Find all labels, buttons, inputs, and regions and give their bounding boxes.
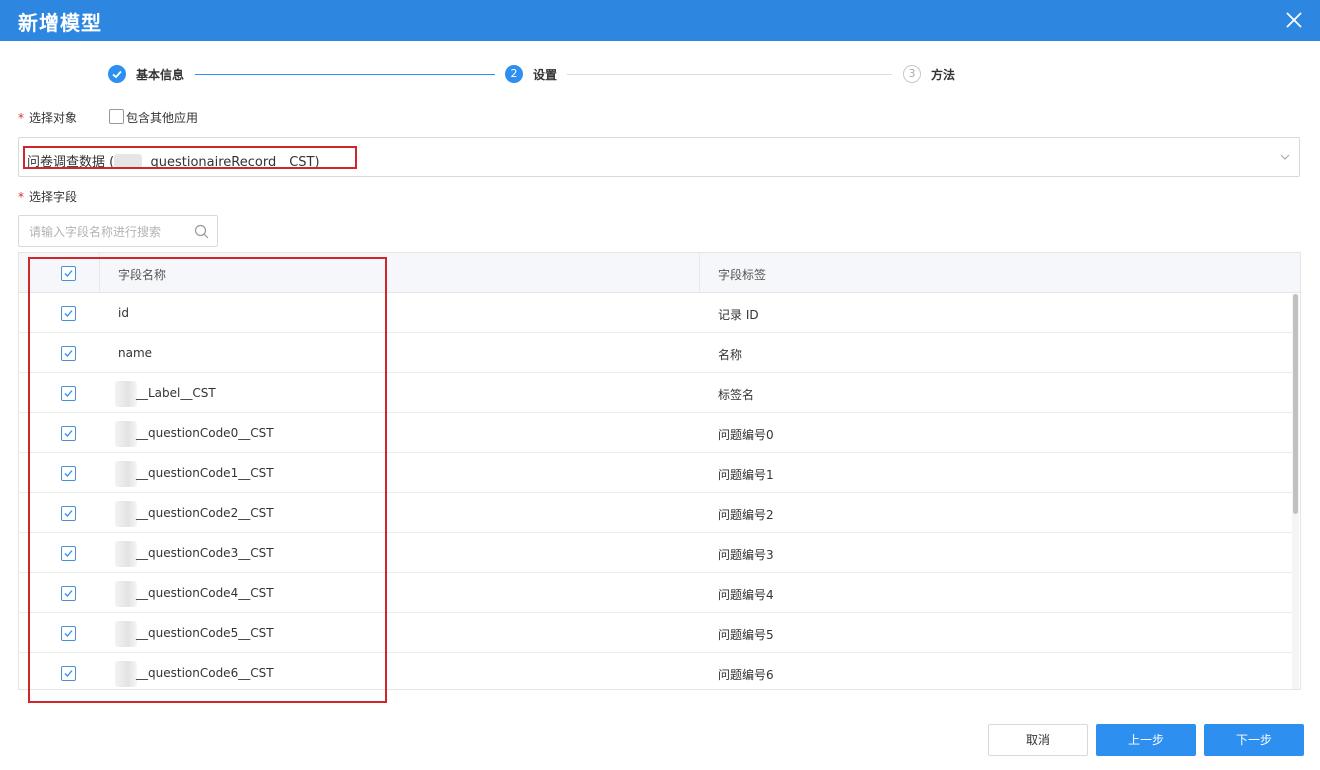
table-row[interactable]: __Label__CST 标签名: [19, 373, 1293, 413]
field-search-input[interactable]: [29, 223, 189, 241]
select-object-label: 选择对象: [29, 111, 78, 125]
field-name-cell: __questionCode5__CST: [136, 626, 274, 640]
select-fields-label: 选择字段: [29, 190, 78, 204]
table-scrollbar[interactable]: [1292, 294, 1299, 689]
table-row[interactable]: __questionCode0__CST 问题编号0: [19, 413, 1293, 453]
table-row[interactable]: name 名称: [19, 333, 1293, 373]
field-name-cell: __questionCode1__CST: [136, 466, 274, 480]
table-row[interactable]: __questionCode5__CST 问题编号5: [19, 613, 1293, 653]
step-connector-2: [567, 74, 892, 75]
redacted-prefix: [115, 461, 137, 487]
row-checkbox[interactable]: [61, 386, 76, 401]
column-header-field-name[interactable]: 字段名称: [118, 266, 166, 283]
step-1-check-icon: [108, 65, 126, 83]
step-2-label: 设置: [533, 68, 558, 82]
field-label-cell: 标签名: [718, 388, 755, 402]
field-label-cell: 问题编号4: [718, 588, 774, 602]
column-divider: [99, 253, 100, 293]
step-3-number: 3: [903, 65, 921, 83]
fields-table: 字段名称 字段标签 id 记录 ID name 名称 __Label__CST 标签名 __…: [18, 252, 1301, 690]
redacted-prefix: [115, 501, 137, 527]
cancel-button[interactable]: 取消: [988, 724, 1088, 756]
field-label-cell: 问题编号1: [718, 468, 774, 482]
dialog-title: 新增模型: [18, 11, 102, 35]
include-other-apps-label[interactable]: 包含其他应用: [126, 109, 198, 126]
table-row[interactable]: __questionCode2__CST 问题编号2: [19, 493, 1293, 533]
field-name-cell: __questionCode3__CST: [136, 546, 274, 560]
select-all-checkbox[interactable]: [61, 266, 76, 281]
field-label-cell: 记录 ID: [718, 308, 759, 322]
field-name-cell: __Label__CST: [136, 386, 216, 400]
field-label-cell: 问题编号2: [718, 508, 774, 522]
field-name-cell: name: [118, 346, 153, 360]
chevron-down-icon[interactable]: [1279, 151, 1291, 163]
required-mark: *: [18, 111, 24, 125]
row-checkbox[interactable]: [61, 586, 76, 601]
object-select-value-prefix: 问卷调查数据 (: [27, 155, 115, 170]
dialog-header: 新增模型: [0, 0, 1320, 41]
row-checkbox[interactable]: [61, 506, 76, 521]
field-label-cell: 问题编号3: [718, 548, 774, 562]
scrollbar-thumb[interactable]: [1293, 294, 1298, 514]
redacted-prefix: [115, 581, 137, 607]
redacted-app-prefix: [114, 154, 143, 168]
field-name-cell: __questionCode6__CST: [136, 666, 274, 680]
object-select[interactable]: 问卷调查数据 ( questionaireRecord__CST): [18, 137, 1300, 177]
row-checkbox[interactable]: [61, 546, 76, 561]
previous-step-button[interactable]: 上一步: [1096, 724, 1196, 756]
row-checkbox[interactable]: [61, 626, 76, 641]
field-label-cell: 名称: [718, 348, 743, 362]
field-name-cell: __questionCode0__CST: [136, 426, 274, 440]
column-header-field-label[interactable]: 字段标签: [718, 266, 766, 283]
field-search-box[interactable]: [18, 215, 218, 247]
table-row[interactable]: __questionCode1__CST 问题编号1: [19, 453, 1293, 493]
table-row[interactable]: __questionCode6__CST 问题编号6: [19, 653, 1293, 689]
redacted-prefix: [115, 661, 137, 687]
row-checkbox[interactable]: [61, 666, 76, 681]
redacted-prefix: [115, 541, 137, 567]
step-1-label: 基本信息: [136, 68, 185, 82]
table-row[interactable]: __questionCode4__CST 问题编号4: [19, 573, 1293, 613]
field-name-cell: id: [118, 306, 129, 320]
close-icon[interactable]: [1284, 10, 1304, 30]
object-select-value-suffix: questionaireRecord__CST): [150, 155, 320, 170]
table-row[interactable]: id 记录 ID: [19, 293, 1293, 333]
row-checkbox[interactable]: [61, 346, 76, 361]
field-label-cell: 问题编号5: [718, 628, 774, 642]
table-header: 字段名称 字段标签: [19, 253, 1300, 293]
column-divider: [699, 253, 700, 293]
redacted-prefix: [115, 381, 137, 407]
row-checkbox[interactable]: [61, 466, 76, 481]
select-object-label-row: * 选择对象: [18, 109, 77, 126]
wizard-steps: 基本信息 2 设置 3 方法: [0, 64, 1320, 86]
field-name-cell: __questionCode2__CST: [136, 506, 274, 520]
select-fields-label-row: * 选择字段: [18, 188, 77, 205]
required-mark: *: [18, 190, 24, 204]
redacted-prefix: [115, 421, 137, 447]
next-step-button[interactable]: 下一步: [1204, 724, 1304, 756]
step-connector-1: [195, 74, 495, 75]
field-label-cell: 问题编号6: [718, 668, 774, 682]
row-checkbox[interactable]: [61, 426, 76, 441]
include-other-apps-checkbox[interactable]: [109, 109, 124, 124]
step-2-number: 2: [505, 65, 523, 83]
row-checkbox[interactable]: [61, 306, 76, 321]
field-name-cell: __questionCode4__CST: [136, 586, 274, 600]
search-icon[interactable]: [194, 224, 209, 239]
table-row[interactable]: __questionCode3__CST 问题编号3: [19, 533, 1293, 573]
field-label-cell: 问题编号0: [718, 428, 774, 442]
step-3-label: 方法: [931, 68, 956, 82]
redacted-prefix: [115, 621, 137, 647]
object-select-value: 问卷调查数据 ( questionaireRecord__CST): [27, 151, 320, 170]
